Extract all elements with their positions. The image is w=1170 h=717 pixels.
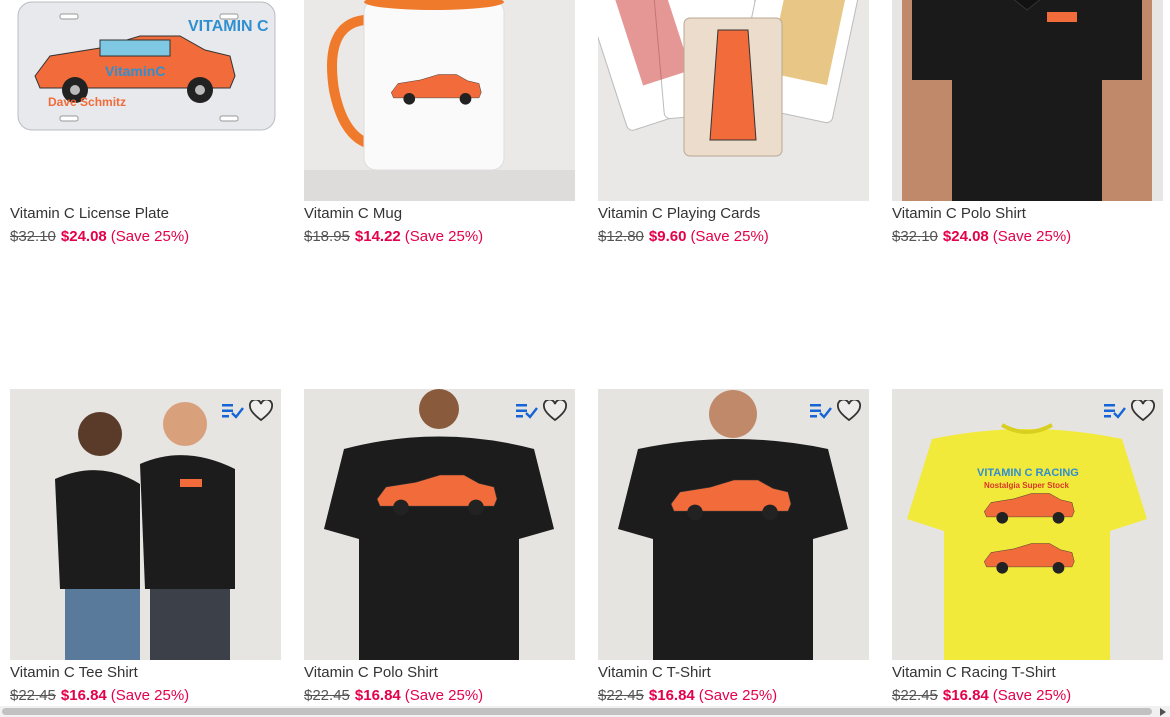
product-price: $22.45 $16.84 (Save 25%) <box>892 687 1071 704</box>
sale-price: $16.84 <box>354 687 401 704</box>
product-image[interactable] <box>304 389 575 660</box>
sale-price: $24.08 <box>942 228 989 245</box>
plate-art-text: VITAMIN C <box>188 18 269 35</box>
original-price: $22.45 <box>10 687 56 704</box>
product-image[interactable]: VITAMIN C RACING Nostalgia Super Stock <box>892 389 1163 660</box>
heart-icon[interactable] <box>1131 399 1155 423</box>
product-image[interactable] <box>598 389 869 660</box>
product-price: $18.95 $14.22 (Save 25%) <box>304 228 483 245</box>
discount-label: (Save 25%) <box>698 687 778 704</box>
product-image[interactable] <box>892 0 1163 201</box>
shirt-print-title: VITAMIN C RACING <box>977 467 1079 479</box>
card-actions <box>1103 399 1155 423</box>
product-title[interactable]: Vitamin C Playing Cards <box>598 205 760 222</box>
product-price: $22.45 $16.84 (Save 25%) <box>598 687 777 704</box>
product-image[interactable] <box>10 389 281 660</box>
compare-list-icon[interactable] <box>1103 399 1127 423</box>
original-price: $18.95 <box>304 228 350 245</box>
product-title[interactable]: Vitamin C Tee Shirt <box>10 664 138 681</box>
discount-label: (Save 25%) <box>404 687 484 704</box>
discount-label: (Save 25%) <box>992 228 1072 245</box>
sale-price: $16.84 <box>60 687 107 704</box>
discount-label: (Save 25%) <box>110 228 190 245</box>
scroll-right-icon[interactable] <box>1158 706 1168 717</box>
product-price: $32.10 $24.08 (Save 25%) <box>10 228 189 245</box>
product-price: $32.10 $24.08 (Save 25%) <box>892 228 1071 245</box>
product-title[interactable]: Vitamin C Racing T-Shirt <box>892 664 1056 681</box>
horizontal-scrollbar[interactable] <box>0 706 1170 717</box>
product-price: $22.45 $16.84 (Save 25%) <box>10 687 189 704</box>
compare-list-icon[interactable] <box>515 399 539 423</box>
compare-list-icon[interactable] <box>809 399 833 423</box>
product-image[interactable] <box>598 0 869 201</box>
product-title[interactable]: Vitamin C Mug <box>304 205 402 222</box>
heart-icon[interactable] <box>837 399 861 423</box>
sale-price: $14.22 <box>354 228 401 245</box>
product-image[interactable]: VitaminC VITAMIN C Dave Schmitz <box>10 0 281 201</box>
scrollbar-thumb[interactable] <box>2 708 1152 715</box>
sale-price: $24.08 <box>60 228 107 245</box>
sale-price: $9.60 <box>648 228 687 245</box>
product-title[interactable]: Vitamin C T-Shirt <box>598 664 711 681</box>
card-actions <box>809 399 861 423</box>
card-actions <box>515 399 567 423</box>
sale-price: $16.84 <box>648 687 695 704</box>
plate-signature: Dave Schmitz <box>48 95 127 109</box>
original-price: $22.45 <box>892 687 938 704</box>
sale-price: $16.84 <box>942 687 989 704</box>
original-price: $32.10 <box>10 228 56 245</box>
discount-label: (Save 25%) <box>992 687 1072 704</box>
product-image[interactable] <box>304 0 575 201</box>
card-actions <box>221 399 273 423</box>
product-title[interactable]: Vitamin C Polo Shirt <box>892 205 1026 222</box>
original-price: $12.80 <box>598 228 644 245</box>
product-price: $12.80 $9.60 (Save 25%) <box>598 228 769 245</box>
product-title[interactable]: Vitamin C License Plate <box>10 205 169 222</box>
compare-list-icon[interactable] <box>221 399 245 423</box>
product-price: $22.45 $16.84 (Save 25%) <box>304 687 483 704</box>
svg-text:VitaminC: VitaminC <box>105 63 165 79</box>
heart-icon[interactable] <box>543 399 567 423</box>
discount-label: (Save 25%) <box>404 228 484 245</box>
original-price: $22.45 <box>598 687 644 704</box>
discount-label: (Save 25%) <box>110 687 190 704</box>
shirt-print-subtitle: Nostalgia Super Stock <box>984 481 1069 490</box>
heart-icon[interactable] <box>249 399 273 423</box>
original-price: $32.10 <box>892 228 938 245</box>
original-price: $22.45 <box>304 687 350 704</box>
product-title[interactable]: Vitamin C Polo Shirt <box>304 664 438 681</box>
discount-label: (Save 25%) <box>690 228 769 245</box>
